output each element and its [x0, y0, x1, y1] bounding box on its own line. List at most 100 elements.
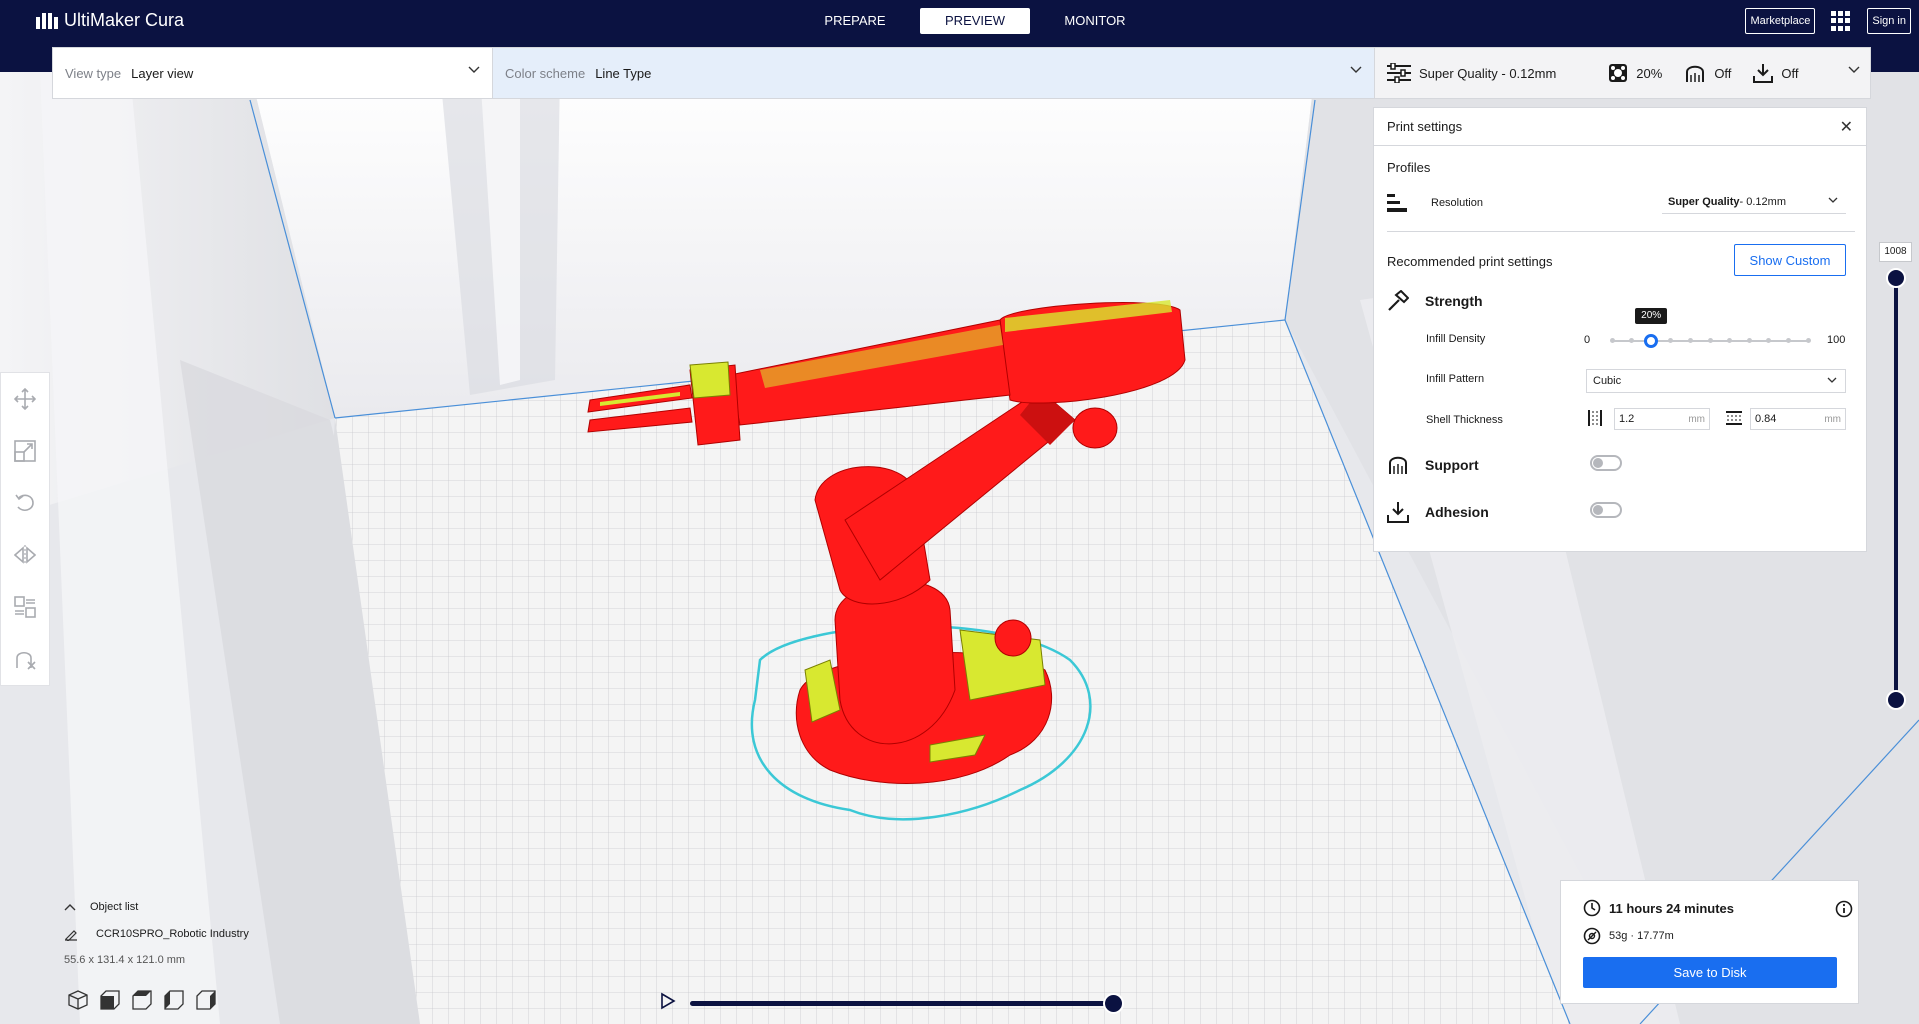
profile-summary: Super Quality - 0.12mm	[1387, 63, 1556, 83]
show-custom-button[interactable]: Show Custom	[1734, 244, 1846, 276]
infill-slider-tick	[1668, 338, 1674, 343]
wall-thickness-unit: mm	[1688, 413, 1705, 425]
infill-min-label: 0	[1584, 334, 1591, 346]
tab-monitor[interactable]: MONITOR	[1040, 8, 1150, 34]
adhesion-row: Adhesion	[1387, 501, 1489, 523]
layer-slider-upper-handle[interactable]	[1886, 268, 1906, 288]
support-summary-text: Off	[1714, 65, 1732, 81]
adhesion-icon	[1753, 64, 1774, 83]
adhesion-summary-text: Off	[1781, 65, 1799, 81]
camera-view-buttons	[64, 988, 224, 1012]
view-type-selector[interactable]: View type Layer view	[53, 48, 493, 98]
move-tool-button[interactable]	[1, 373, 49, 425]
sign-in-button[interactable]: Sign in	[1867, 8, 1911, 34]
print-settings-header: Print settings ✕	[1374, 108, 1866, 146]
wall-thickness-input[interactable]: 1.2 mm	[1614, 408, 1710, 430]
infill-pattern-row: Infill Pattern	[1426, 373, 1484, 385]
chevron-down-icon	[1848, 66, 1860, 73]
object-name-row[interactable]: CCR10SPRO_Robotic Industry	[64, 927, 249, 941]
adhesion-toggle[interactable]	[1590, 502, 1622, 518]
chevron-down-icon	[1827, 377, 1837, 383]
layer-number-label[interactable]: 1008	[1879, 242, 1912, 262]
apps-grid-icon[interactable]	[1831, 11, 1851, 31]
infill-density-label: Infill Density	[1426, 333, 1486, 345]
object-dimensions: 55.6 x 131.4 x 121.0 mm	[64, 954, 186, 966]
top-bottom-thickness-input[interactable]: 0.84 mm	[1750, 408, 1846, 430]
support-blocker-button[interactable]	[1, 633, 49, 685]
cube-top-icon	[132, 990, 152, 1010]
adhesion-icon	[1387, 502, 1409, 523]
scale-tool-button[interactable]	[1, 425, 49, 477]
wall-thickness-icon	[1588, 410, 1602, 426]
print-settings-title: Print settings	[1387, 119, 1463, 134]
hammer-icon	[1388, 290, 1409, 311]
top-right-controls: Marketplace Sign in	[1745, 8, 1911, 34]
chevron-down-icon	[1828, 197, 1838, 203]
cube-left-icon	[164, 990, 184, 1010]
move-icon	[14, 388, 36, 410]
cube-right-icon	[196, 990, 216, 1010]
adhesion-label: Adhesion	[1425, 504, 1489, 520]
resolution-layer-height: - 0.12mm	[1739, 195, 1786, 208]
tool-panel	[0, 372, 50, 686]
support-toggle[interactable]	[1590, 455, 1622, 471]
color-scheme-selector[interactable]: Color scheme Line Type	[493, 48, 1375, 98]
clock-icon	[1583, 899, 1601, 917]
infill-pattern-value: Cubic	[1593, 375, 1622, 387]
color-scheme-value: Line Type	[595, 65, 652, 81]
close-icon[interactable]: ✕	[1840, 117, 1853, 137]
layer-slider-track[interactable]	[1894, 278, 1898, 702]
mirror-tool-button[interactable]	[1, 529, 49, 581]
layer-slider-lower-handle[interactable]	[1886, 690, 1906, 710]
shell-thickness-row: Shell Thickness	[1426, 414, 1503, 426]
view-type-value: Layer view	[131, 65, 194, 81]
per-model-settings-icon	[14, 596, 36, 618]
pencil-icon	[65, 930, 77, 941]
mirror-icon	[14, 545, 36, 565]
infill-value-tooltip: 20%	[1635, 308, 1668, 324]
infill-slider-tick	[1805, 338, 1811, 343]
top-view-button[interactable]	[128, 988, 156, 1012]
recommended-label: Recommended print settings	[1387, 254, 1553, 269]
save-to-disk-button[interactable]: Save to Disk	[1583, 957, 1837, 988]
top-bottom-thickness-icon	[1726, 411, 1742, 425]
resolution-icon	[1387, 194, 1407, 212]
app-logo: UltiMaker Cura	[36, 10, 184, 31]
path-slider-handle[interactable]	[1103, 993, 1124, 1014]
tab-prepare[interactable]: PREPARE	[800, 8, 910, 34]
path-slider-track[interactable]	[690, 1001, 1115, 1006]
resolution-dropdown[interactable]: Super Quality - 0.12mm	[1662, 190, 1846, 214]
infill-icon	[1609, 64, 1628, 82]
rotate-tool-button[interactable]	[1, 477, 49, 529]
rotate-icon	[15, 494, 34, 512]
profiles-label: Profiles	[1387, 160, 1431, 175]
infill-slider-handle[interactable]	[1644, 334, 1659, 348]
print-setup-selector[interactable]: Super Quality - 0.12mm 20% Off Off	[1375, 48, 1870, 98]
object-list-toggle[interactable]: Object list	[64, 901, 138, 913]
marketplace-button[interactable]: Marketplace	[1745, 8, 1816, 34]
left-view-button[interactable]	[160, 988, 188, 1012]
top-bottom-thickness-unit: mm	[1824, 413, 1841, 425]
header-toolbar: View type Layer view Color scheme Line T…	[52, 47, 1871, 99]
infill-pattern-label: Infill Pattern	[1426, 373, 1485, 385]
infill-slider-tick	[1727, 338, 1733, 343]
play-simulation-button[interactable]	[660, 992, 676, 1013]
right-view-button[interactable]	[192, 988, 220, 1012]
infill-pattern-dropdown[interactable]: Cubic	[1586, 369, 1846, 393]
per-model-settings-button[interactable]	[1, 581, 49, 633]
object-name: CCR10SPRO_Robotic Industry	[96, 928, 249, 940]
print-time-row: 11 hours 24 minutes	[1583, 899, 1734, 917]
tab-preview[interactable]: PREVIEW	[920, 8, 1030, 34]
infill-summary: 20%	[1608, 63, 1662, 83]
cube-front-icon	[100, 990, 120, 1010]
front-view-button[interactable]	[96, 988, 124, 1012]
3d-view-button[interactable]	[64, 988, 92, 1012]
play-icon	[661, 992, 676, 1010]
resolution-label: Resolution	[1431, 197, 1483, 209]
infill-slider-tick	[1785, 338, 1791, 343]
infill-slider-tick	[1746, 338, 1752, 343]
resolution-quality: Super Quality	[1668, 195, 1740, 208]
chevron-down-icon	[1350, 66, 1362, 73]
resolution-row: Resolution	[1387, 194, 1483, 212]
info-icon[interactable]	[1835, 900, 1853, 918]
